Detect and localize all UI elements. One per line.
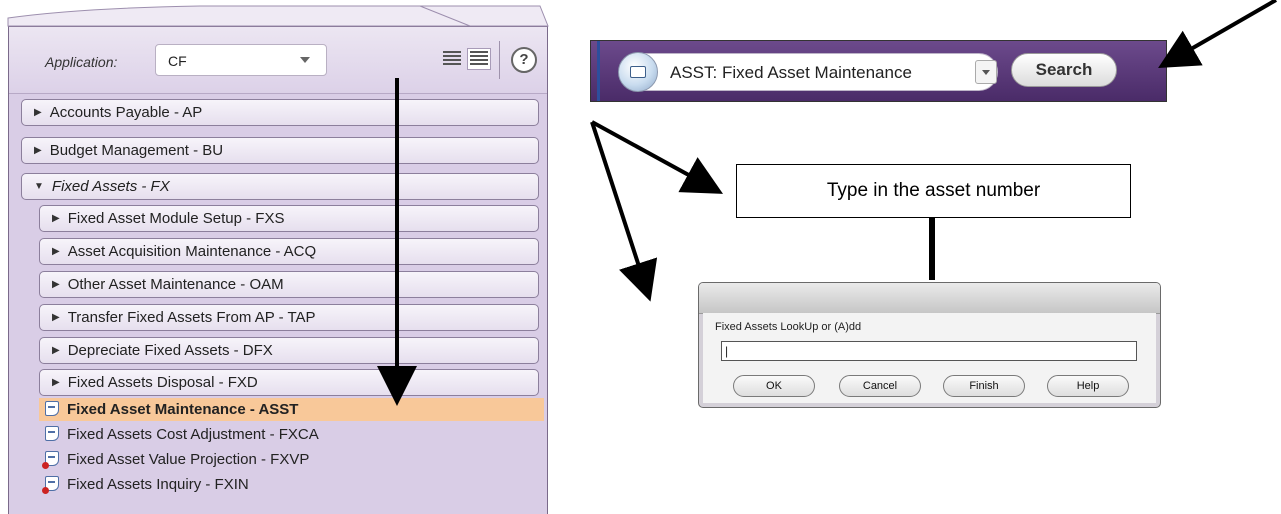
callout-arrow <box>591 120 724 194</box>
document-icon <box>45 401 59 416</box>
submenu-transfer-fixed-assets[interactable]: ▶ Transfer Fixed Assets From AP - TAP <box>39 304 539 331</box>
menu-group-label: Budget Management - BU <box>49 142 224 159</box>
submenu-label: Asset Acquisition Maintenance - ACQ <box>67 243 317 260</box>
expand-triangle-icon: ▶ <box>52 377 60 388</box>
application-bar: Application: CF ? <box>9 27 547 94</box>
navigation-panel: Application: CF ? ▶ Accounts Payable - AP… <box>8 26 548 514</box>
submenu-depreciate-fixed-assets[interactable]: ▶ Depreciate Fixed Assets - DFX <box>39 337 539 364</box>
submenu-fixed-assets-disposal[interactable]: ▶ Fixed Assets Disposal - FXD <box>39 369 539 396</box>
status-dot-icon <box>42 462 49 469</box>
menu-item-fixed-assets-cost-adjustment[interactable]: Fixed Assets Cost Adjustment - FXCA <box>39 423 544 446</box>
menu-group-budget-management[interactable]: ▶ Budget Management - BU <box>21 137 539 164</box>
expand-triangle-icon: ▶ <box>52 345 60 356</box>
expand-triangle-icon: ▶ <box>52 213 60 224</box>
search-button[interactable]: Search <box>1011 53 1117 87</box>
ok-button[interactable]: OK <box>733 375 815 397</box>
submenu-other-asset-maintenance[interactable]: ▶ Other Asset Maintenance - OAM <box>39 271 539 298</box>
asset-number-input[interactable]: | <box>721 341 1137 361</box>
detail-view-icon[interactable] <box>467 48 491 70</box>
dropdown-caret-icon[interactable] <box>975 60 997 84</box>
question-icon[interactable]: ? <box>511 47 537 73</box>
document-icon <box>42 476 59 494</box>
expand-triangle-icon: ▶ <box>52 312 60 323</box>
toolbar-divider <box>499 41 500 79</box>
menu-item-label: Fixed Asset Maintenance - ASST <box>67 401 299 418</box>
expand-triangle-icon: ▶ <box>52 279 60 290</box>
cancel-button[interactable]: Cancel <box>839 375 921 397</box>
collapse-triangle-icon: ▼ <box>34 181 44 192</box>
search-combobox-text: ASST: Fixed Asset Maintenance <box>670 63 912 82</box>
menu-item-label: Fixed Assets Cost Adjustment - FXCA <box>67 426 319 443</box>
search-bar-accent <box>597 41 600 101</box>
submenu-asset-acquisition-maintenance[interactable]: ▶ Asset Acquisition Maintenance - ACQ <box>39 238 539 265</box>
submenu-label: Fixed Asset Module Setup - FXS <box>67 210 285 227</box>
submenu-label: Other Asset Maintenance - OAM <box>67 276 284 293</box>
submenu-label: Depreciate Fixed Assets - DFX <box>67 342 273 359</box>
application-select-value: CF <box>168 53 187 69</box>
menu-item-label: Fixed Assets Inquiry - FXIN <box>67 476 249 493</box>
application-select[interactable]: CF <box>155 44 327 76</box>
expand-triangle-icon: ▶ <box>34 107 42 118</box>
instruction-callout: Type in the asset number <box>736 164 1131 218</box>
menu-item-fixed-asset-value-projection[interactable]: Fixed Asset Value Projection - FXVP <box>39 448 544 471</box>
help-button[interactable]: Help <box>1047 375 1129 397</box>
document-icon <box>42 451 59 469</box>
dialog-prompt: Fixed Assets LookUp or (A)dd <box>715 321 862 333</box>
search-bar: ASST: Fixed Asset Maintenance Search <box>590 40 1167 102</box>
app-globe-icon <box>618 52 658 92</box>
menu-item-label: Fixed Asset Value Projection - FXVP <box>67 451 310 468</box>
menu-group-label: Fixed Assets - FX <box>51 178 170 195</box>
submenu-label: Transfer Fixed Assets From AP - TAP <box>67 309 316 326</box>
expand-triangle-icon: ▶ <box>34 145 42 156</box>
menu-group-fixed-assets[interactable]: ▼ Fixed Assets - FX <box>21 173 539 200</box>
application-label: Application: <box>45 54 118 70</box>
expand-triangle-icon: ▶ <box>52 246 60 257</box>
menu-item-fixed-asset-maintenance[interactable]: Fixed Asset Maintenance - ASST <box>39 398 544 421</box>
list-view-icon[interactable] <box>443 51 461 67</box>
document-icon <box>45 426 59 441</box>
dialog-titlebar[interactable] <box>699 283 1160 314</box>
menu-group-accounts-payable[interactable]: ▶ Accounts Payable - AP <box>21 99 539 126</box>
dropdown-caret-icon <box>300 57 310 63</box>
submenu-fixed-asset-module-setup[interactable]: ▶ Fixed Asset Module Setup - FXS <box>39 205 539 232</box>
finish-button[interactable]: Finish <box>943 375 1025 397</box>
menu-group-label: Accounts Payable - AP <box>49 104 203 121</box>
lookup-dialog: Fixed Assets LookUp or (A)dd | OK Cancel… <box>698 282 1161 408</box>
dialog-arrow <box>590 121 658 302</box>
status-dot-icon <box>42 487 49 494</box>
search-arrow <box>1158 0 1277 68</box>
menu-item-fixed-assets-inquiry[interactable]: Fixed Assets Inquiry - FXIN <box>39 473 544 496</box>
submenu-label: Fixed Assets Disposal - FXD <box>67 374 258 391</box>
search-combobox[interactable]: ASST: Fixed Asset Maintenance <box>618 52 998 92</box>
